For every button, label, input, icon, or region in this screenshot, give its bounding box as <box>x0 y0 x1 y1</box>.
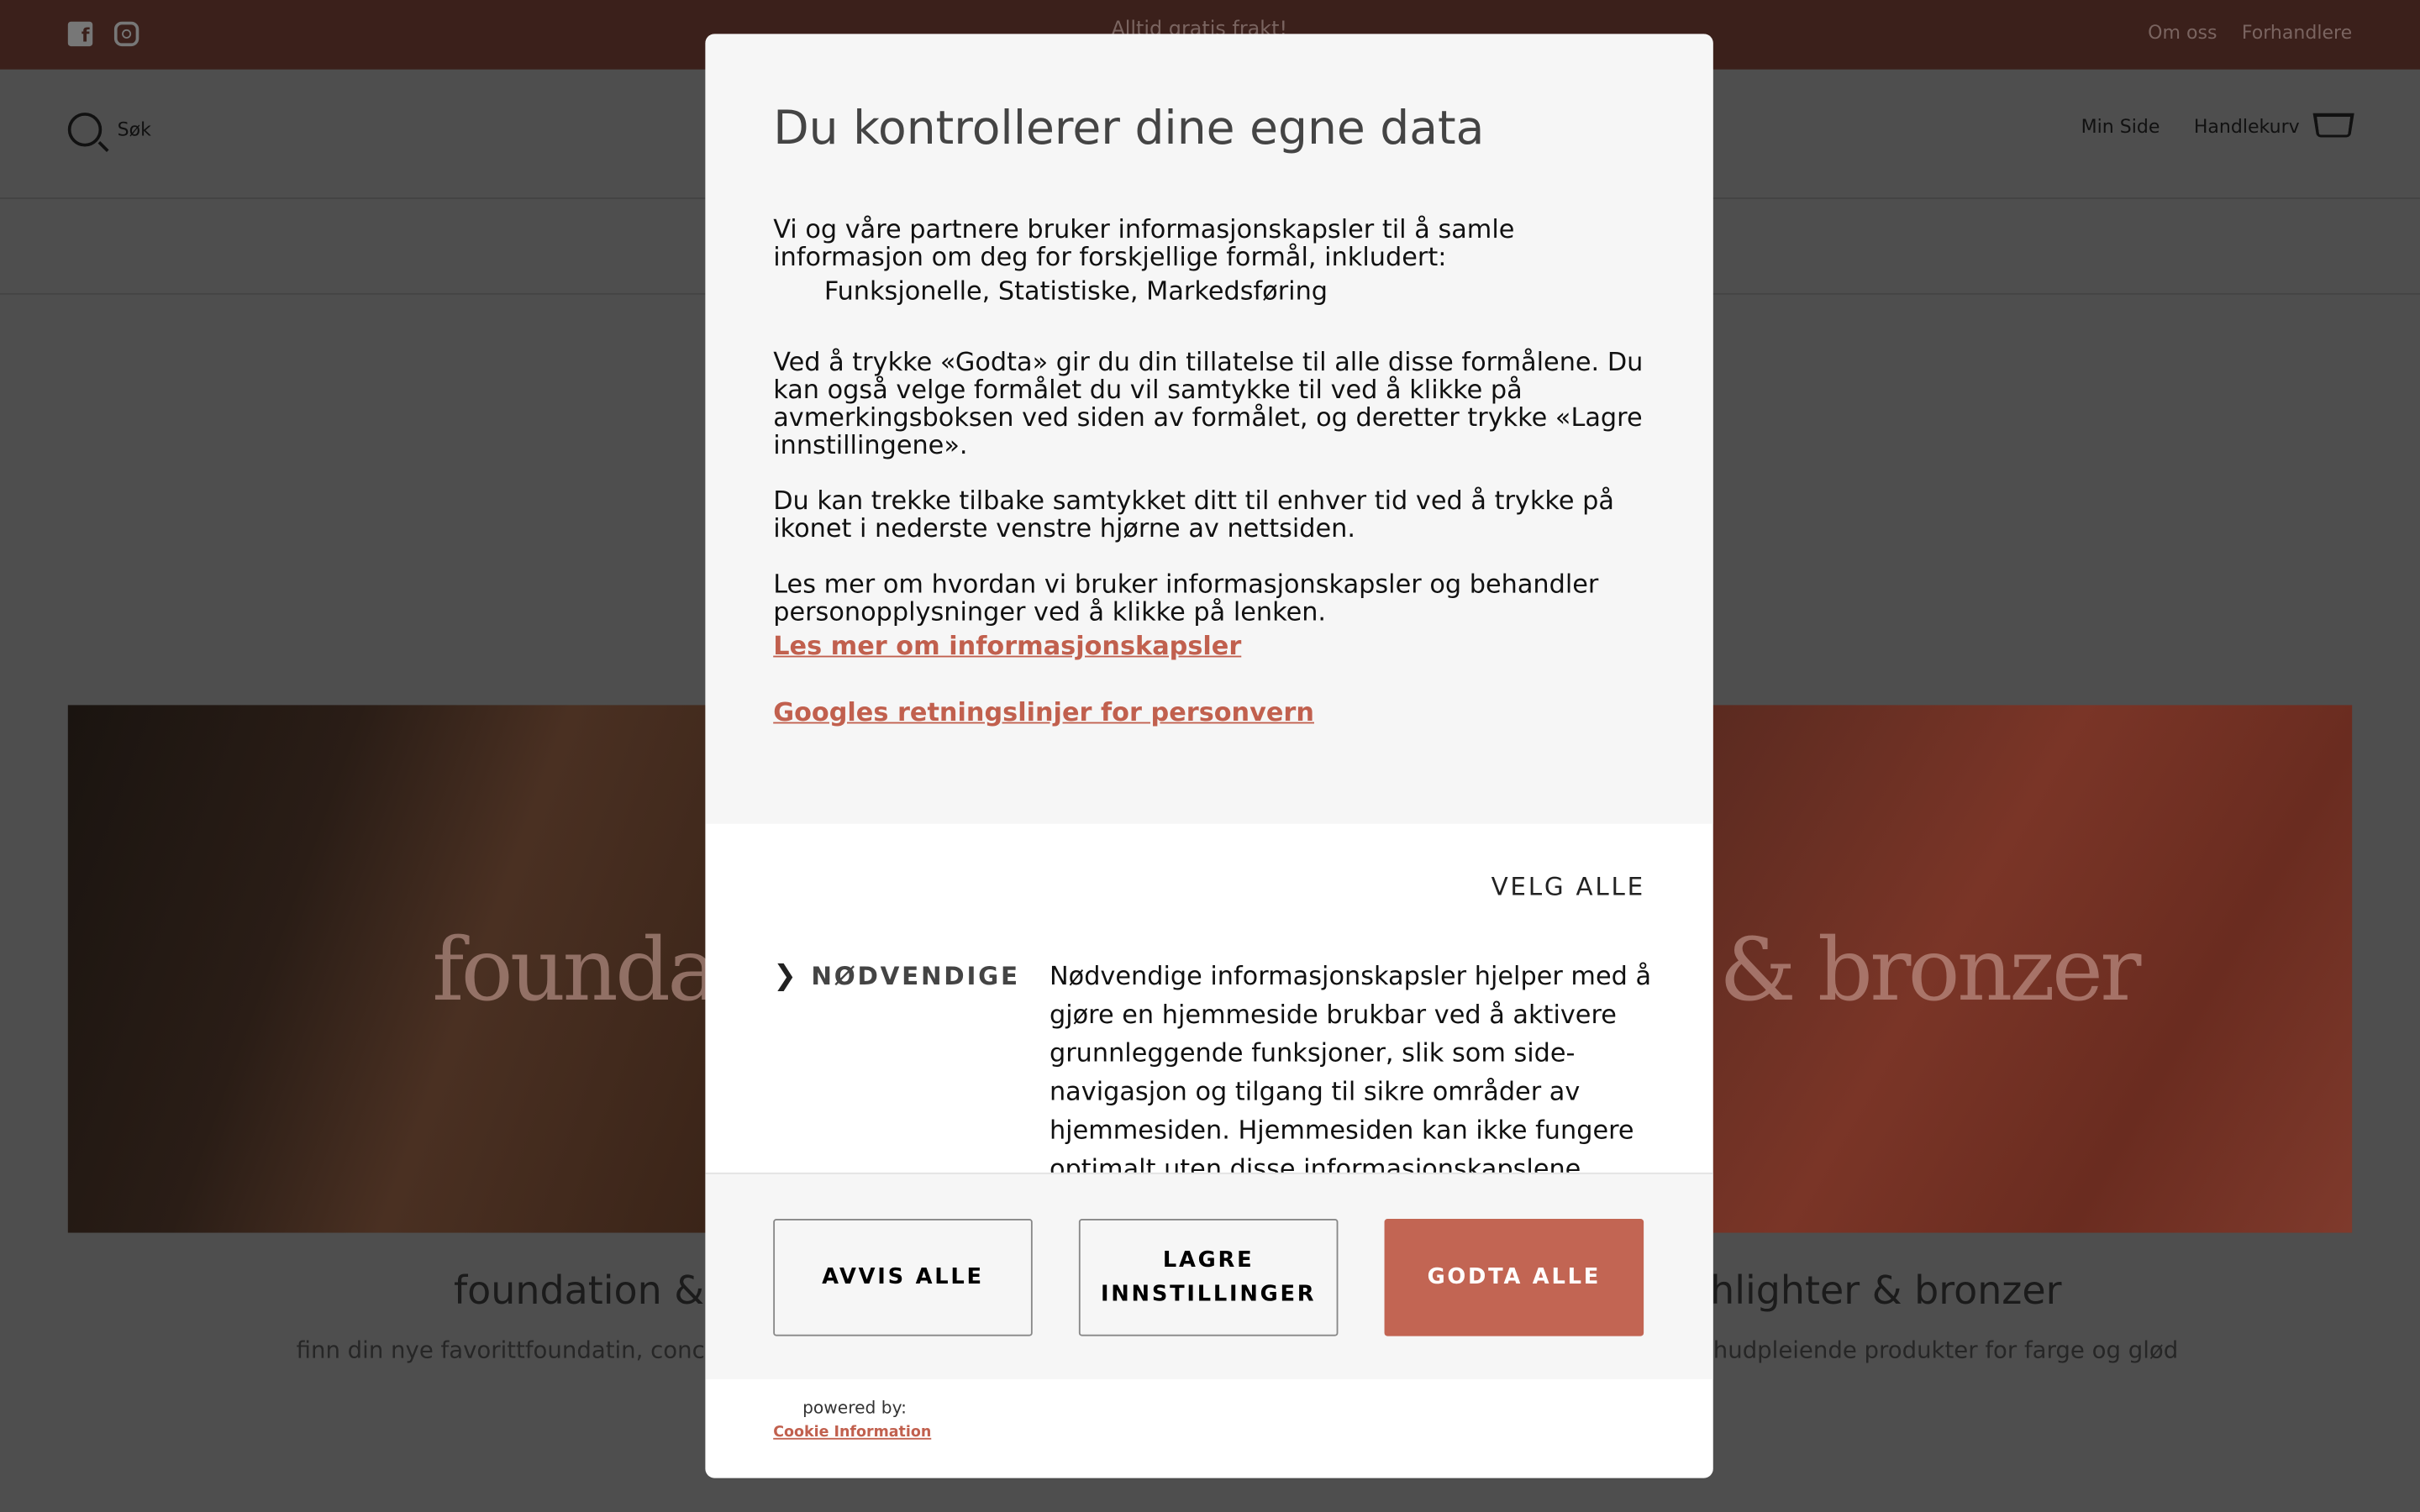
powered-by-label: powered by: <box>802 1398 907 1418</box>
consent-text: Ved å trykke «Godta» gir du din tillatel… <box>773 347 1644 460</box>
card-title[interactable]: foundation & <box>454 1268 704 1313</box>
dialog-title: Du kontrollerer dine egne data <box>773 102 1485 156</box>
cart-label: Handlekurv <box>2193 115 2300 138</box>
search-icon <box>67 113 103 147</box>
foundation-image[interactable]: foundat <box>67 705 717 1233</box>
image-overlay-text: foundat <box>432 921 717 1021</box>
facebook-icon[interactable]: f <box>67 21 93 47</box>
google-privacy-link[interactable]: Googles retningslinjer for personvern <box>773 697 1314 727</box>
withdraw-text: Du kan trekke tilbake samtykket ditt til… <box>773 486 1614 543</box>
card-title[interactable]: hlighter & bronzer <box>1710 1268 2061 1313</box>
chevron-right-icon: ❯ <box>773 959 799 993</box>
instagram-icon[interactable] <box>113 21 139 47</box>
card-subtitle: hudpleiende produkter for farge og glød <box>1712 1336 2179 1364</box>
social-links: f <box>67 21 139 47</box>
my-page-link[interactable]: Min Side <box>2081 116 2160 138</box>
cookie-info-link[interactable]: Les mer om informasjonskapsler <box>773 631 1241 660</box>
category-necessary-toggle[interactable]: ❯ NØDVENDIGE <box>773 959 1020 992</box>
link-om-oss[interactable]: Om oss <box>2148 22 2217 44</box>
dialog-actions: AVVIS ALLE LAGRE INNSTILLINGER GODTA ALL… <box>705 1172 1713 1380</box>
card-subtitle: finn din nye favorittfoundatin, conc <box>296 1336 705 1364</box>
select-all-button[interactable]: VELG ALLE <box>1491 872 1645 901</box>
cookie-consent-dialog: Du kontrollerer dine egne data Vi og vår… <box>705 34 1713 1478</box>
category-description: Nødvendige informasjonskapsler hjelper m… <box>1049 961 1652 1173</box>
read-more-text: Les mer om hvordan vi bruker informasjon… <box>773 569 1599 627</box>
reject-all-button[interactable]: AVVIS ALLE <box>773 1219 1033 1336</box>
purposes-list: Funksjonelle, Statistiske, Markedsføring <box>823 276 1328 306</box>
accept-all-button[interactable]: GODTA ALLE <box>1384 1219 1644 1336</box>
save-settings-button[interactable]: LAGRE INNSTILLINGER <box>1078 1219 1339 1336</box>
cart-link[interactable]: Handlekurv <box>2193 113 2354 139</box>
intro-text: Vi og våre partnere bruker informasjonsk… <box>773 214 1515 272</box>
image-overlay-text: & bronzer <box>1719 921 2141 1021</box>
bronzer-image[interactable]: & bronzer <box>1703 705 2353 1233</box>
search-label: Søk <box>117 118 151 141</box>
cookie-information-link[interactable]: Cookie Information <box>773 1424 931 1441</box>
search-button[interactable]: Søk <box>67 113 151 147</box>
link-forhandlere[interactable]: Forhandlere <box>2242 22 2352 44</box>
basket-icon <box>2312 113 2354 138</box>
category-name: NØDVENDIGE <box>811 961 1020 991</box>
